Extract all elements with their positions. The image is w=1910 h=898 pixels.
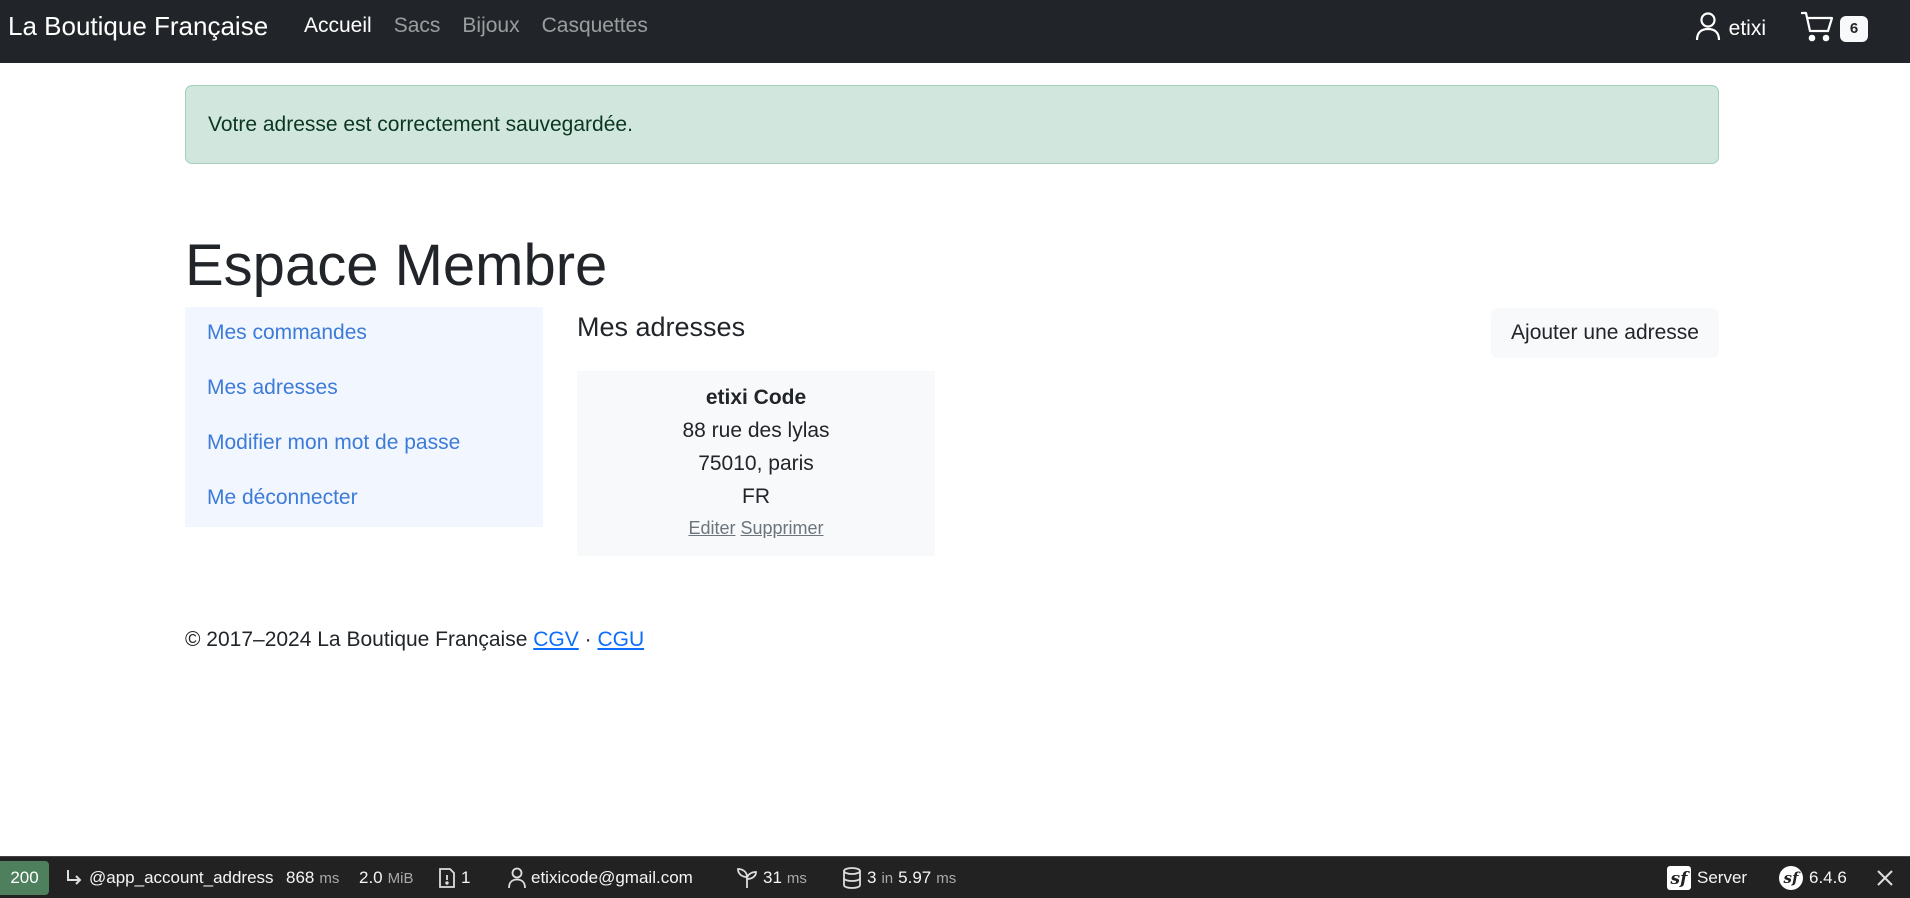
- footer: © 2017–2024 La Boutique Française CGV · …: [185, 626, 644, 654]
- success-alert: Votre adresse est correctement sauvegard…: [185, 85, 1719, 164]
- cart-link[interactable]: 6: [1800, 10, 1868, 47]
- twig-time-value: 31: [763, 868, 782, 887]
- close-icon: [1876, 869, 1894, 887]
- user-icon: [1695, 11, 1721, 47]
- database-block[interactable]: 3 in 5.97 ms: [842, 857, 956, 898]
- nav-item-bijoux[interactable]: Bijoux: [462, 12, 519, 40]
- forms-count: 1: [461, 868, 471, 887]
- route-name: @app_account_address: [89, 868, 274, 887]
- delete-address-link[interactable]: Supprimer: [741, 518, 824, 538]
- symfony-version-block[interactable]: sf 6.4.6: [1778, 857, 1847, 898]
- user-email: etixicode@gmail.com: [531, 868, 693, 887]
- time-block[interactable]: 868 ms: [286, 857, 339, 898]
- user-icon: [508, 867, 526, 889]
- server-label: Server: [1697, 868, 1748, 887]
- db-in-label: in: [881, 869, 894, 887]
- db-time-value: 5.97: [898, 868, 932, 887]
- footer-cgu-link[interactable]: CGU: [597, 628, 644, 651]
- footer-separator: ·: [584, 628, 592, 651]
- status-code-badge: 200: [0, 861, 49, 895]
- section-title: Mes adresses: [577, 312, 746, 342]
- user-name: etixi: [1728, 16, 1766, 40]
- symfony-logo-icon: sf: [1778, 865, 1804, 891]
- request-time-value: 868: [286, 868, 315, 887]
- redirect-arrow-icon: [64, 868, 84, 888]
- address-name: etixi Code: [705, 386, 807, 409]
- address-city: 75010, paris: [698, 452, 814, 475]
- nav-item-sacs[interactable]: Sacs: [394, 12, 441, 40]
- symfony-server-icon: sf: [1666, 865, 1692, 891]
- security-block[interactable]: etixicode@gmail.com: [508, 857, 693, 898]
- debug-toolbar: 200 @app_account_address 868 ms 2.0 MiB …: [0, 856, 1910, 898]
- svg-text:sf: sf: [1784, 869, 1801, 887]
- address-country: FR: [742, 485, 770, 508]
- address-card: etixi Code 88 rue des lylas 75010, paris…: [577, 371, 935, 556]
- nav-item-accueil[interactable]: Accueil: [304, 12, 372, 40]
- status-block[interactable]: 200: [0, 857, 49, 898]
- footer-copyright: © 2017–2024 La Boutique Française: [185, 628, 528, 651]
- memory-block[interactable]: 2.0 MiB: [359, 857, 413, 898]
- page-title: Espace Membre: [185, 233, 608, 298]
- db-time-unit: ms: [936, 869, 957, 887]
- svg-text:sf: sf: [1670, 869, 1691, 889]
- twig-time-unit: ms: [786, 869, 807, 887]
- route-block[interactable]: @app_account_address: [64, 857, 274, 898]
- twig-leaf-icon: [736, 867, 758, 889]
- database-icon: [842, 867, 862, 889]
- top-navbar: La Boutique Française Accueil Sacs Bijou…: [0, 0, 1910, 63]
- sidebar-item-deconnexion[interactable]: Me déconnecter: [207, 486, 358, 510]
- add-address-button[interactable]: Ajouter une adresse: [1491, 308, 1719, 358]
- server-block[interactable]: sf Server: [1666, 857, 1747, 898]
- account-sidebar: Mes commandes Mes adresses Modifier mon …: [185, 307, 543, 527]
- memory-value: 2.0: [359, 868, 383, 887]
- close-toolbar-button[interactable]: [1876, 857, 1894, 898]
- main-nav: Accueil Sacs Bijoux Casquettes: [304, 12, 648, 40]
- edit-address-link[interactable]: Editer: [688, 518, 735, 538]
- address-street: 88 rue des lylas: [682, 419, 830, 442]
- db-query-count: 3: [867, 868, 877, 887]
- nav-item-casquettes[interactable]: Casquettes: [542, 12, 648, 40]
- request-time-unit: ms: [319, 869, 340, 887]
- sidebar-item-adresses[interactable]: Mes adresses: [207, 376, 338, 400]
- brand-link[interactable]: La Boutique Française: [8, 10, 268, 42]
- footer-cgv-link[interactable]: CGV: [533, 628, 579, 651]
- cart-icon: [1800, 10, 1834, 47]
- symfony-version: 6.4.6: [1809, 868, 1847, 887]
- sidebar-item-commandes[interactable]: Mes commandes: [207, 321, 367, 345]
- address-actions: Editer Supprimer: [577, 518, 935, 539]
- memory-unit: MiB: [387, 869, 414, 887]
- forms-block[interactable]: 1: [438, 857, 470, 898]
- cart-count-badge: 6: [1840, 15, 1868, 42]
- sidebar-item-mot-de-passe[interactable]: Modifier mon mot de passe: [207, 431, 460, 455]
- nav-right: etixi 6: [1695, 10, 1868, 47]
- form-icon: [438, 867, 456, 889]
- twig-block[interactable]: 31 ms: [736, 857, 807, 898]
- account-link[interactable]: etixi: [1695, 11, 1766, 47]
